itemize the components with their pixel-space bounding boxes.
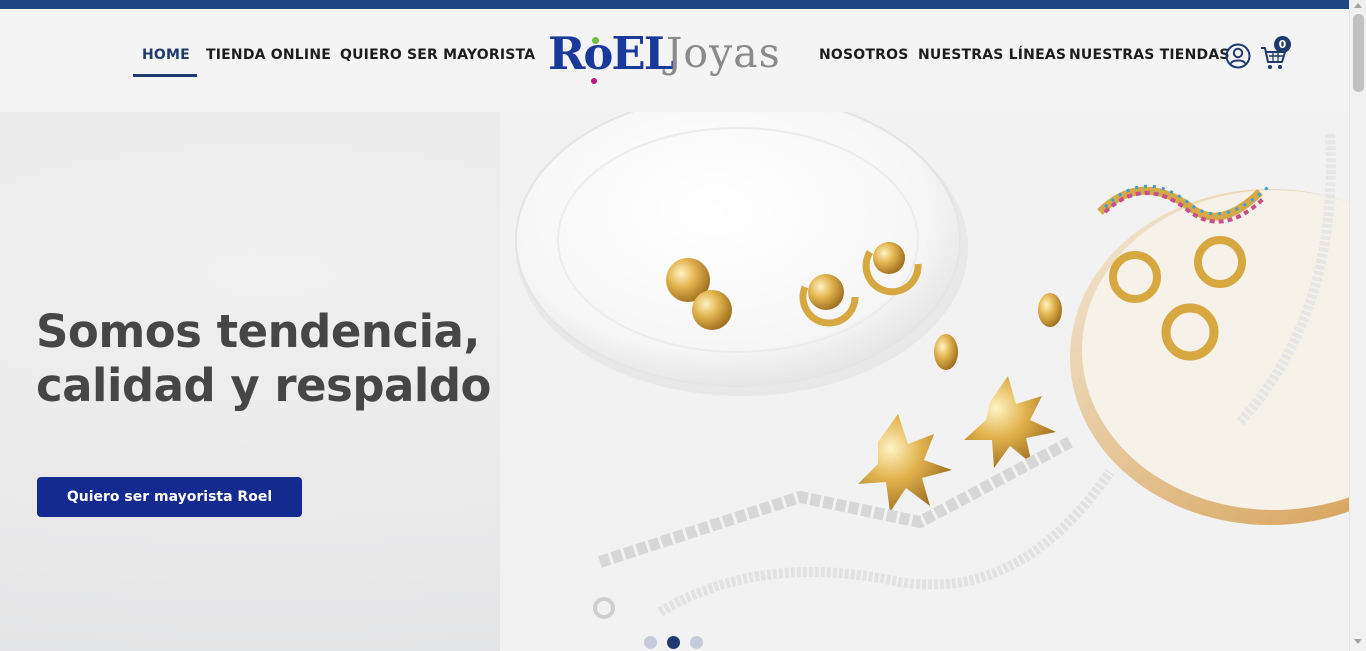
carousel-dot-3[interactable]	[690, 636, 703, 649]
logo-pink-dot	[591, 78, 597, 84]
nav-home[interactable]: HOME	[142, 47, 190, 63]
nav-tienda-online[interactable]: TIENDA ONLINE	[206, 47, 331, 63]
nav-nosotros[interactable]: NOSOTROS	[819, 47, 909, 63]
logo-green-dot	[592, 37, 599, 44]
logo-text-roel: RoEL	[548, 27, 675, 80]
wholesale-cta-button[interactable]: Quiero ser mayorista Roel	[37, 477, 302, 517]
scroll-down-arrow-icon[interactable]	[1354, 639, 1362, 644]
roel-joyas-logo[interactable]: RoEL Joyas	[548, 27, 794, 91]
site-header: HOME TIENDA ONLINE QUIERO SER MAYORISTA …	[0, 9, 1349, 112]
top-accent-bar	[0, 0, 1349, 9]
jewelry-photo	[500, 112, 1349, 651]
hero-title: Somos tendencia, calidad y respaldo	[36, 305, 491, 413]
nav-quiero-ser-mayorista[interactable]: QUIERO SER MAYORISTA	[340, 47, 535, 63]
carousel-dot-2[interactable]	[667, 636, 680, 649]
page-scrollbar[interactable]	[1349, 0, 1366, 651]
logo-text-joyas: Joyas	[666, 29, 781, 77]
nav-nuestras-tiendas[interactable]: NUESTRAS TIENDAS	[1069, 47, 1230, 63]
carousel-dot-1[interactable]	[644, 636, 657, 649]
cart-count-badge: 0	[1274, 36, 1291, 53]
nav-active-indicator	[133, 74, 197, 77]
hero-banner: Somos tendencia, calidad y respaldo Quie…	[0, 112, 1349, 651]
scroll-up-arrow-icon[interactable]	[1354, 3, 1362, 8]
hero-title-line-1: Somos tendencia,	[36, 305, 480, 358]
user-account-icon[interactable]	[1225, 43, 1251, 69]
scroll-thumb[interactable]	[1353, 14, 1364, 92]
hero-title-line-2: calidad y respaldo	[36, 359, 491, 412]
nav-nuestras-lineas[interactable]: NUESTRAS LÍNEAS	[918, 47, 1066, 63]
